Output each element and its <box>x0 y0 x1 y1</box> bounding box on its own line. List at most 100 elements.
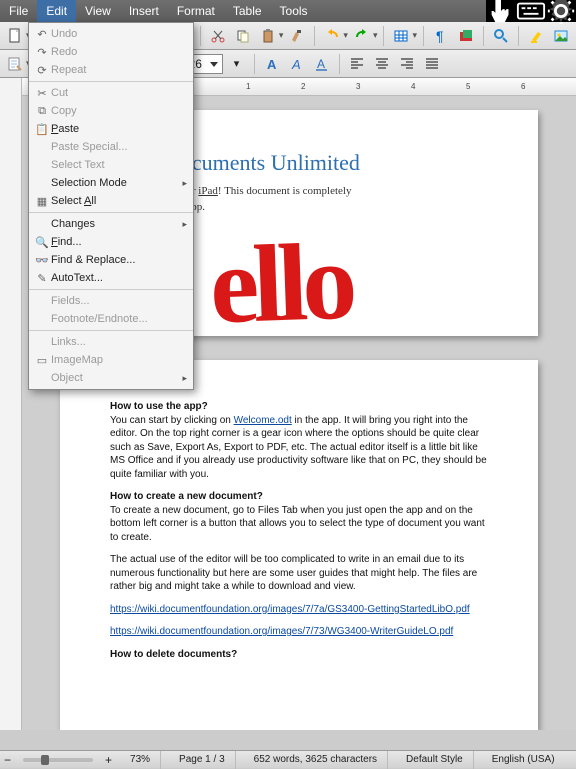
align-center-icon[interactable] <box>371 53 393 75</box>
menu-item-cut: ✂Cut <box>29 84 193 102</box>
zoom-icon[interactable] <box>490 25 512 47</box>
menu-item-label: Find... <box>51 236 187 248</box>
styles-icon[interactable] <box>4 53 26 75</box>
handwriting-hello: ello <box>208 218 353 350</box>
language-indicator[interactable]: English (USA) <box>482 751 565 769</box>
menu-tools[interactable]: Tools <box>271 0 317 22</box>
ruler-label: 2 <box>301 82 305 91</box>
submenu-arrow-icon: ▸ <box>182 219 187 230</box>
menu-item-icon: ▭ <box>33 354 51 367</box>
menu-file[interactable]: File <box>0 0 37 22</box>
gear-icon[interactable] <box>546 0 576 22</box>
zoom-slider[interactable] <box>23 758 93 762</box>
menu-view[interactable]: View <box>76 0 120 22</box>
menu-item-footnote-endnote: Footnote/Endnote... <box>29 310 193 328</box>
menu-item-icon: 📋 <box>33 123 51 136</box>
page-2[interactable]: How to use the app? You can start by cli… <box>60 360 538 730</box>
menu-edit[interactable]: Edit <box>37 0 76 22</box>
menu-item-find-replace[interactable]: 👓Find & Replace... <box>29 251 193 269</box>
submenu-arrow-icon: ▸ <box>182 373 187 384</box>
italic-icon[interactable]: A <box>286 53 308 75</box>
undo-icon[interactable] <box>321 25 343 47</box>
menu-item-label: Fields... <box>51 295 187 307</box>
menu-item-redo: ↷Redo <box>29 43 193 61</box>
align-justify-icon[interactable] <box>421 53 443 75</box>
menu-item-label: Copy <box>51 105 187 117</box>
menu-item-copy: ⧉Copy <box>29 102 193 120</box>
menu-insert[interactable]: Insert <box>120 0 168 22</box>
menu-item-changes[interactable]: Changes▸ <box>29 215 193 233</box>
link-welcome-odt[interactable]: Welcome.odt <box>234 415 292 426</box>
menubar: File Edit View Insert Format Table Tools <box>0 0 576 22</box>
menu-item-label: Paste <box>51 123 187 135</box>
ruler-label: 6 <box>521 82 525 91</box>
word-count[interactable]: 652 words, 3625 characters <box>244 751 388 769</box>
menu-item-icon: ⟳ <box>33 64 51 77</box>
menu-item-selection-mode[interactable]: Selection Mode▸ <box>29 174 193 192</box>
touch-mode-icon[interactable] <box>486 0 516 22</box>
menu-item-icon: ✎ <box>33 272 51 285</box>
heading-use-app: How to use the app? <box>110 401 208 412</box>
menu-item-find[interactable]: 🔍Find... <box>29 233 193 251</box>
status-bar: − + 73% Page 1 / 3 652 words, 3625 chara… <box>0 750 576 768</box>
menu-item-icon: ▦ <box>33 195 51 208</box>
menu-item-label: Object <box>51 372 182 384</box>
keyboard-icon[interactable] <box>516 0 546 22</box>
menu-item-paste-special: Paste Special... <box>29 138 193 156</box>
highlight-icon[interactable] <box>525 25 547 47</box>
underline-icon[interactable]: A <box>311 53 333 75</box>
menu-item-icon: ⧉ <box>33 105 51 118</box>
menu-table[interactable]: Table <box>224 0 271 22</box>
menu-item-label: Changes <box>51 218 182 230</box>
menu-item-label: Paste Special... <box>51 141 187 153</box>
format-paintbrush-icon[interactable] <box>286 25 308 47</box>
svg-text:A: A <box>317 57 325 71</box>
font-size-down-icon[interactable]: ▾ <box>226 53 248 75</box>
ruler-label: 4 <box>411 82 415 91</box>
align-left-icon[interactable] <box>346 53 368 75</box>
menu-item-label: ImageMap <box>51 354 187 366</box>
menu-item-label: AutoText... <box>51 272 187 284</box>
menu-item-label: Selection Mode <box>51 177 182 189</box>
menu-item-repeat: ⟳Repeat <box>29 61 193 79</box>
heading-delete-docs: How to delete documents? <box>110 649 237 660</box>
nonprinting-icon[interactable]: ¶ <box>430 25 452 47</box>
paste-icon[interactable] <box>257 25 279 47</box>
menu-item-label: Footnote/Endnote... <box>51 313 187 325</box>
ruler-label: 3 <box>356 82 360 91</box>
zoom-level[interactable]: 73% <box>120 751 161 769</box>
menu-item-paste[interactable]: 📋Paste <box>29 120 193 138</box>
menu-item-label: Redo <box>51 46 187 58</box>
menu-item-select-all[interactable]: ▦Select All <box>29 192 193 210</box>
cut-icon[interactable] <box>207 25 229 47</box>
menu-item-label: Select All <box>51 195 187 207</box>
table-icon[interactable] <box>390 25 412 47</box>
svg-text:A: A <box>267 57 277 72</box>
menu-item-autotext[interactable]: ✎AutoText... <box>29 269 193 287</box>
bold-icon[interactable]: A <box>261 53 283 75</box>
link-writer-guide[interactable]: https://wiki.documentfoundation.org/imag… <box>110 626 453 637</box>
menu-format[interactable]: Format <box>168 0 224 22</box>
new-doc-icon[interactable] <box>4 25 26 47</box>
menu-item-links: Links... <box>29 333 193 351</box>
ruler-label: 1 <box>246 82 250 91</box>
menu-item-icon: 👓 <box>33 254 51 267</box>
redo-icon[interactable] <box>351 25 373 47</box>
gallery-icon[interactable] <box>455 25 477 47</box>
submenu-arrow-icon: ▸ <box>182 178 187 189</box>
menu-item-imagemap: ▭ImageMap <box>29 351 193 369</box>
menu-item-label: Repeat <box>51 64 187 76</box>
menu-item-select-text: Select Text <box>29 156 193 174</box>
menu-item-label: Select Text <box>51 159 187 171</box>
align-right-icon[interactable] <box>396 53 418 75</box>
page-indicator[interactable]: Page 1 / 3 <box>169 751 236 769</box>
link-getting-started[interactable]: https://wiki.documentfoundation.org/imag… <box>110 604 470 615</box>
menu-item-undo: ↶Undo <box>29 25 193 43</box>
insert-image-icon[interactable] <box>550 25 572 47</box>
menu-item-label: Cut <box>51 87 187 99</box>
menu-item-label: Find & Replace... <box>51 254 187 266</box>
vertical-ruler <box>0 78 22 730</box>
menu-item-label: Undo <box>51 28 187 40</box>
copy-icon[interactable] <box>232 25 254 47</box>
style-indicator[interactable]: Default Style <box>396 751 474 769</box>
